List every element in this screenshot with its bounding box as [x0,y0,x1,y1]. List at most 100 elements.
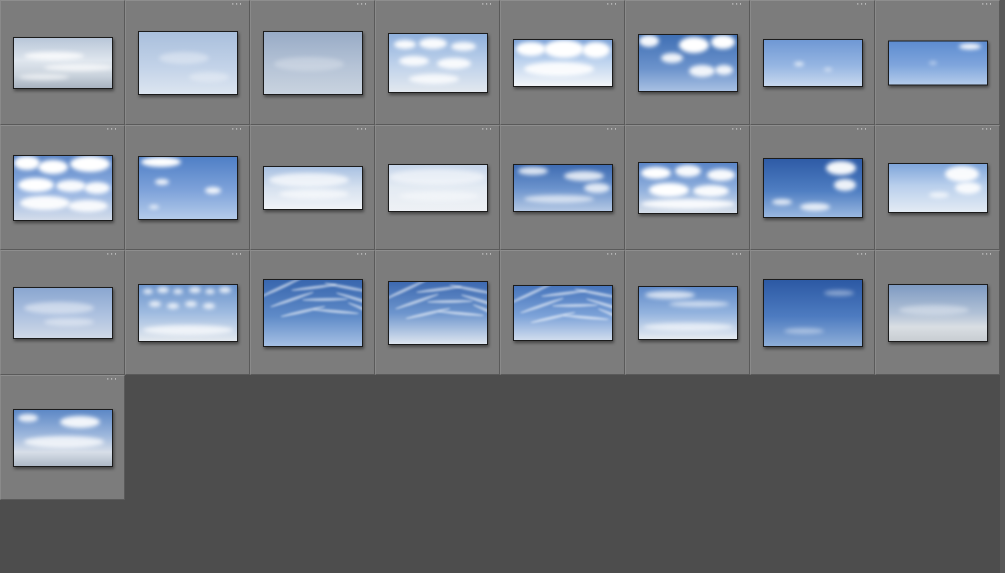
cloud-shape [515,41,546,56]
sky-photo-thumbnail[interactable] [12,408,113,467]
more-options-icon[interactable]: ··· [981,251,993,260]
sky-photo-thumbnail[interactable] [387,32,488,93]
cloud-shape [268,172,349,187]
more-options-icon[interactable]: ··· [731,1,743,10]
thumbnail-cell[interactable]: ··· [500,0,625,125]
cloud-shape [640,166,671,179]
more-options-icon[interactable]: ··· [231,126,243,135]
thumbnail-cell[interactable]: ··· [0,375,125,500]
cirrus-streak [426,299,473,303]
sky-photo-thumbnail[interactable] [12,154,113,221]
more-options-icon[interactable]: ··· [981,126,993,135]
more-options-icon[interactable]: ··· [481,1,493,10]
more-options-icon[interactable]: ··· [731,251,743,260]
sky-photo-thumbnail[interactable] [512,38,613,87]
scrollbar-thumb[interactable] [1000,0,1005,573]
more-options-icon[interactable]: ··· [231,251,243,260]
more-options-icon[interactable]: ··· [356,126,368,135]
cloud-shape [398,55,429,66]
sky-photo-thumbnail[interactable] [887,40,988,85]
sky-photo-thumbnail[interactable] [887,283,988,342]
more-options-icon[interactable]: ··· [981,1,993,10]
sky-photo-thumbnail[interactable] [887,162,988,213]
sky-photo-thumbnail[interactable] [762,38,863,87]
cloud-shape [644,290,695,299]
more-options-icon[interactable]: ··· [106,126,118,135]
thumbnail-cell[interactable]: ··· [750,250,875,375]
thumbnail-cell[interactable]: ··· [0,125,125,250]
sky-photo-thumbnail[interactable] [137,283,238,342]
sky-photo-thumbnail[interactable] [262,165,363,210]
cloud-shape [674,164,701,177]
more-options-icon[interactable]: ··· [856,126,868,135]
more-options-icon[interactable]: ··· [856,251,868,260]
cloud-shape [823,67,832,71]
cloud-shape [19,195,70,210]
cloud-shape [958,43,981,49]
cloud-shape [668,300,729,307]
thumbnail-cell[interactable] [0,0,125,125]
thumbnail-cell[interactable]: ··· [500,125,625,250]
cloud-shape [799,202,830,211]
more-options-icon[interactable]: ··· [856,1,868,10]
more-options-icon[interactable]: ··· [606,251,618,260]
sky-photo-thumbnail[interactable] [262,278,363,347]
thumbnail-cell[interactable]: ··· [625,250,750,375]
thumbnail-cell[interactable]: ··· [0,250,125,375]
thumbnail-cell[interactable]: ··· [125,250,250,375]
cloud-shape [278,188,349,199]
sky-photo-thumbnail[interactable] [512,163,613,212]
thumbnail-cell[interactable]: ··· [750,0,875,125]
sky-photo-thumbnail[interactable] [12,286,113,339]
sky-photo-thumbnail[interactable] [637,161,738,214]
sky-photo-thumbnail[interactable] [637,285,738,340]
thumbnail-cell[interactable]: ··· [875,125,1000,250]
sky-photo-thumbnail[interactable] [387,163,488,212]
thumbnail-cell[interactable]: ··· [125,0,250,125]
sky-photo-thumbnail[interactable] [762,278,863,347]
cloud-shape [563,170,604,181]
thumbnail-cell[interactable]: ··· [625,0,750,125]
cirrus-streak [448,283,487,295]
sky-photo-thumbnail[interactable] [12,36,113,89]
cloud-shape [67,199,108,212]
sky-photo-thumbnail[interactable] [137,155,238,220]
sky-photo-thumbnail[interactable] [637,33,738,92]
thumbnail-cell[interactable]: ··· [375,0,500,125]
sky-photo-thumbnail[interactable] [762,157,863,218]
thumbnail-cell[interactable]: ··· [875,0,1000,125]
sky-photo-thumbnail[interactable] [137,30,238,95]
more-options-icon[interactable]: ··· [606,126,618,135]
thumbnail-cell[interactable]: ··· [250,125,375,250]
thumbnail-cell[interactable]: ··· [875,250,1000,375]
cloud-shape [388,168,485,185]
scrollbar-track[interactable] [1000,0,1005,573]
cloud-shape [523,194,594,203]
thumbnail-cell[interactable]: ··· [500,250,625,375]
grid-view: ··· ··· ··· ··· ··· ··· ··· ··· ··· ··· ··· ··· ··· ·… [0,0,1005,573]
thumbnail-cell[interactable]: ··· [375,125,500,250]
cirrus-streak [437,309,484,317]
thumbnail-cell[interactable]: ··· [625,125,750,250]
more-options-icon[interactable]: ··· [731,126,743,135]
cloud-shape [771,198,792,205]
thumbnail-cell[interactable]: ··· [250,250,375,375]
thumbnail-cell[interactable]: ··· [250,0,375,125]
cloud-shape [517,166,548,175]
thumbnail-cell[interactable]: ··· [125,125,250,250]
more-options-icon[interactable]: ··· [606,1,618,10]
more-options-icon[interactable]: ··· [481,126,493,135]
more-options-icon[interactable]: ··· [481,251,493,260]
more-options-icon[interactable]: ··· [231,1,243,10]
sky-photo-thumbnail[interactable] [387,280,488,345]
more-options-icon[interactable]: ··· [356,1,368,10]
thumbnail-cell[interactable]: ··· [375,250,500,375]
more-options-icon[interactable]: ··· [106,376,118,385]
more-options-icon[interactable]: ··· [356,251,368,260]
sky-photo-thumbnail[interactable] [262,30,363,95]
more-options-icon[interactable]: ··· [106,251,118,260]
sky-photo-thumbnail[interactable] [512,284,613,341]
thumbnail-grid: ··· ··· ··· ··· ··· ··· ··· ··· ··· ··· ··· ··· ··· ·… [0,0,1000,500]
cloud-shape [706,168,735,181]
thumbnail-cell[interactable]: ··· [750,125,875,250]
